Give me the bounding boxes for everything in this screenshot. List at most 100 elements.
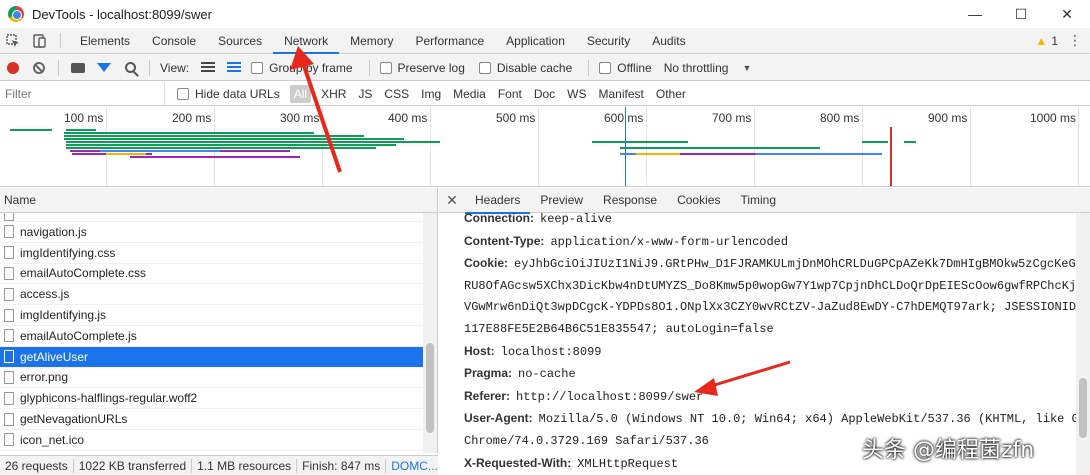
- filter-type-xhr[interactable]: XHR: [315, 85, 352, 103]
- timeline-bar: [680, 153, 756, 155]
- hide-data-urls-checkbox[interactable]: Hide data URLs: [173, 87, 280, 101]
- header-value: localhost:8099: [500, 344, 602, 359]
- requests-scrollbar[interactable]: [423, 213, 437, 453]
- request-name: glyphicons-halflings-regular.woff2: [20, 391, 198, 406]
- filter-button[interactable]: [91, 55, 117, 81]
- table-row[interactable]: getNevagationURLs: [0, 409, 437, 430]
- table-row[interactable]: glyphicons-halflings-regular.woff2: [0, 388, 437, 410]
- tick-line: [1078, 107, 1079, 186]
- table-row[interactable]: emailAutoComplete.css: [0, 264, 437, 285]
- more-options-icon[interactable]: ⋮: [1068, 32, 1082, 49]
- offline-checkbox[interactable]: Offline: [595, 61, 652, 75]
- minimize-button[interactable]: —: [952, 0, 998, 28]
- filter-type-manifest[interactable]: Manifest: [593, 85, 650, 103]
- chrome-logo-icon: [8, 6, 24, 22]
- scrollbar-thumb[interactable]: [426, 343, 434, 433]
- table-row[interactable]: access.js: [0, 284, 437, 306]
- file-icon: [4, 225, 14, 239]
- filter-type-js[interactable]: JS: [352, 85, 378, 103]
- filter-type-ws[interactable]: WS: [561, 85, 592, 103]
- table-row[interactable]: icon_net.ico: [0, 430, 437, 451]
- tab-memory[interactable]: Memory: [339, 28, 404, 53]
- tick-label: 1000 ms: [1030, 111, 1077, 125]
- filter-input[interactable]: [0, 82, 165, 105]
- record-button[interactable]: [0, 55, 26, 81]
- tick-label: 800 ms: [820, 111, 860, 125]
- detail-scrollbar[interactable]: [1076, 213, 1090, 475]
- tab-performance[interactable]: Performance: [404, 28, 495, 53]
- header-row: Host: localhost:8099: [464, 341, 1090, 364]
- screenshot-button[interactable]: [65, 55, 91, 81]
- maximize-button[interactable]: ☐: [998, 0, 1044, 28]
- header-value: eyJhbGciOiJIUzI1NiJ9.GRtPHw_D1FJRAMKULmj…: [514, 257, 1090, 272]
- tab-sources[interactable]: Sources: [207, 28, 273, 53]
- tab-application[interactable]: Application: [495, 28, 576, 53]
- caret-down-icon: ▼: [742, 62, 752, 73]
- filter-type-doc[interactable]: Doc: [528, 85, 561, 103]
- timeline-bar: [64, 135, 364, 137]
- checkbox-icon: [379, 61, 392, 74]
- requests-list: navigation.js imgIdentifying.css emailAu…: [0, 213, 437, 451]
- devtools-tabbar: Elements Console Sources Network Memory …: [0, 28, 1090, 54]
- timeline-bar: [904, 141, 916, 143]
- header-key: Content-Type:: [464, 233, 545, 248]
- header-key: User-Agent:: [464, 411, 533, 426]
- camera-icon: [71, 62, 85, 73]
- large-rows-icon[interactable]: [201, 62, 216, 73]
- table-row[interactable]: error.png: [0, 368, 437, 389]
- close-detail-icon[interactable]: ✕: [439, 192, 465, 209]
- table-row[interactable]: navigation.js: [0, 222, 437, 243]
- finish-time: Finish: 847 ms: [297, 458, 387, 473]
- tab-console[interactable]: Console: [141, 28, 207, 53]
- tab-audits[interactable]: Audits: [641, 28, 696, 53]
- tab-security[interactable]: Security: [576, 28, 641, 53]
- table-row[interactable]: imgIdentifying.css: [0, 243, 437, 264]
- filter-bar: Hide data URLs All XHR JS CSS Img Media …: [0, 82, 1090, 106]
- table-row-selected[interactable]: getAliveUser: [0, 346, 437, 368]
- header-value-continuation: VGwMrw6nDiQt3wpDCgcK-YDPDs8O1.ONplXx3CZY…: [464, 300, 1090, 315]
- header-row: Cookie: eyJhbGciOiJIUzI1NiJ9.GRtPHw_D1FJR…: [464, 253, 1090, 276]
- header-row: Pragma: no-cache: [464, 363, 1090, 386]
- request-name: getNevagationURLs: [20, 412, 128, 427]
- search-icon: [124, 62, 136, 73]
- request-name: navigation.js: [20, 224, 87, 239]
- header-value: no-cache: [518, 367, 576, 382]
- scrollbar-thumb[interactable]: [1079, 378, 1087, 438]
- disable-cache-checkbox[interactable]: Disable cache: [475, 61, 572, 75]
- request-name: error.png: [20, 370, 69, 385]
- filter-type-other[interactable]: Other: [650, 85, 692, 103]
- request-name: emailAutoComplete.css: [20, 266, 147, 281]
- header-value-continuation: RU8OfAGcsw5XChx3DicKbw4nDtUMYZS_Do8Kmw5p…: [464, 278, 1090, 293]
- toolbar-divider: [588, 59, 590, 76]
- header-value-continuation: 117E88FE5E2B64B6C51E835547; autoLogin=fa…: [464, 321, 774, 336]
- warning-icon[interactable]: ▲: [1035, 34, 1047, 48]
- device-toolbar-icon[interactable]: [26, 28, 52, 53]
- inspect-element-icon[interactable]: [0, 28, 26, 53]
- group-by-frame-checkbox[interactable]: Group by frame: [247, 61, 353, 75]
- table-row[interactable]: imgIdentifying.js: [0, 305, 437, 326]
- table-row[interactable]: [0, 213, 437, 222]
- close-button[interactable]: ✕: [1044, 0, 1090, 28]
- filter-type-media[interactable]: Media: [447, 85, 492, 103]
- network-overview[interactable]: 100 ms 200 ms 300 ms 400 ms 500 ms 600 m…: [0, 107, 1090, 187]
- filter-type-font[interactable]: Font: [492, 85, 528, 103]
- request-name: icon_net.ico: [20, 432, 85, 447]
- filter-type-css[interactable]: CSS: [378, 85, 415, 103]
- warning-count[interactable]: 1: [1051, 34, 1058, 48]
- toolbar-divider: [58, 59, 59, 76]
- waterfall-view-icon[interactable]: [227, 62, 242, 73]
- table-row[interactable]: emailAutoComplete.js: [0, 326, 437, 347]
- toolbar-divider: [149, 59, 150, 76]
- search-button[interactable]: [117, 55, 143, 81]
- tab-elements[interactable]: Elements: [69, 28, 141, 53]
- clear-button[interactable]: [26, 55, 52, 81]
- header-value: application/x-www-form-urlencoded: [550, 234, 789, 249]
- throttling-select[interactable]: No throttling ▼: [664, 61, 752, 75]
- filter-type-all[interactable]: All: [289, 84, 312, 103]
- tab-network[interactable]: Network: [273, 28, 340, 54]
- preserve-log-checkbox[interactable]: Preserve log: [376, 61, 465, 75]
- file-icon: [4, 213, 14, 221]
- filter-type-img[interactable]: Img: [415, 85, 447, 103]
- checkbox-icon: [177, 87, 189, 100]
- name-column-header[interactable]: Name: [0, 188, 437, 213]
